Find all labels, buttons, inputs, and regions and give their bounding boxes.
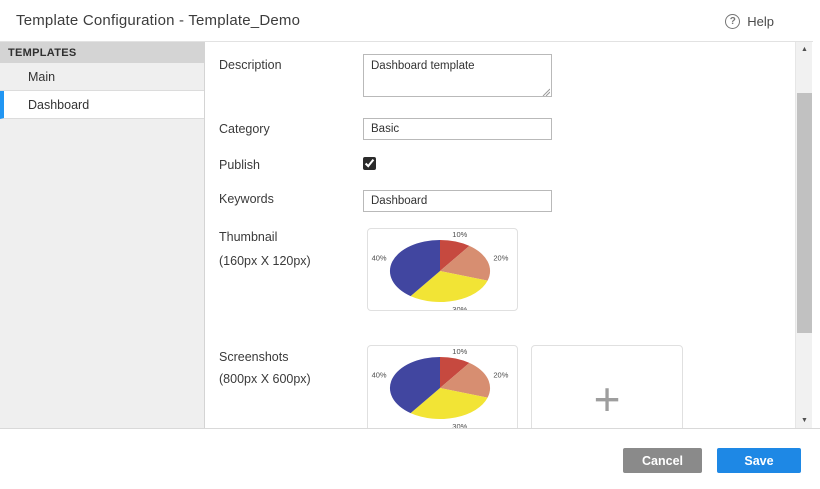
publish-label: Publish [219, 158, 260, 172]
screenshots-size-hint: (800px X 600px) [219, 372, 311, 386]
category-input[interactable] [363, 118, 552, 140]
thumbnail-preview-card[interactable]: 10% 20% 30% 40% [367, 228, 518, 311]
footer-bar: Cancel Save [0, 428, 820, 489]
sidebar-item-dashboard[interactable]: Dashboard [0, 91, 204, 119]
scrollbar-thumb[interactable] [797, 93, 812, 333]
scroll-up-icon[interactable]: ▲ [796, 42, 813, 57]
sidebar-header: TEMPLATES [0, 42, 204, 63]
title-bar: Template Configuration - Template_Demo ?… [0, 0, 820, 42]
page-title: Template Configuration - Template_Demo [16, 12, 300, 29]
svg-text:20%: 20% [493, 253, 508, 262]
svg-text:40%: 40% [372, 253, 387, 262]
templates-sidebar: TEMPLATES Main Dashboard [0, 42, 205, 428]
screenshot-pie-chart-image: 10%20%30%40% [368, 346, 518, 428]
description-textarea[interactable]: Dashboard template [363, 54, 552, 97]
help-label: Help [747, 14, 774, 29]
svg-text:40%: 40% [372, 370, 387, 379]
template-form: Description Dashboard template Category … [206, 42, 795, 428]
description-label: Description [219, 58, 282, 72]
window-edge [813, 0, 820, 428]
svg-text:10%: 10% [452, 230, 467, 239]
help-button[interactable]: ? Help [725, 0, 774, 42]
svg-text:20%: 20% [493, 370, 508, 379]
textarea-resize-grip[interactable] [542, 88, 550, 96]
screenshot-preview-card[interactable]: 10%20%30%40% [367, 345, 518, 428]
thumbnail-size-hint: (160px X 120px) [219, 254, 311, 268]
add-screenshot-button[interactable]: + [531, 345, 683, 428]
scroll-down-icon[interactable]: ▼ [796, 413, 813, 428]
sidebar-item-main[interactable]: Main [0, 63, 204, 91]
cancel-button[interactable]: Cancel [623, 448, 702, 473]
category-label: Category [219, 122, 270, 136]
publish-checkbox[interactable] [363, 157, 376, 170]
svg-text:10%: 10% [452, 347, 467, 356]
help-icon: ? [725, 14, 740, 29]
keywords-input[interactable] [363, 190, 552, 212]
plus-icon: + [594, 376, 621, 422]
thumbnail-pie-chart-image: 10% 20% 30% 40% [368, 229, 518, 311]
save-button[interactable]: Save [717, 448, 801, 473]
keywords-label: Keywords [219, 192, 274, 206]
screenshots-label: Screenshots [219, 350, 288, 364]
svg-text:30%: 30% [452, 305, 467, 311]
vertical-scrollbar[interactable]: ▲ ▼ [795, 42, 812, 428]
thumbnail-label: Thumbnail [219, 230, 277, 244]
